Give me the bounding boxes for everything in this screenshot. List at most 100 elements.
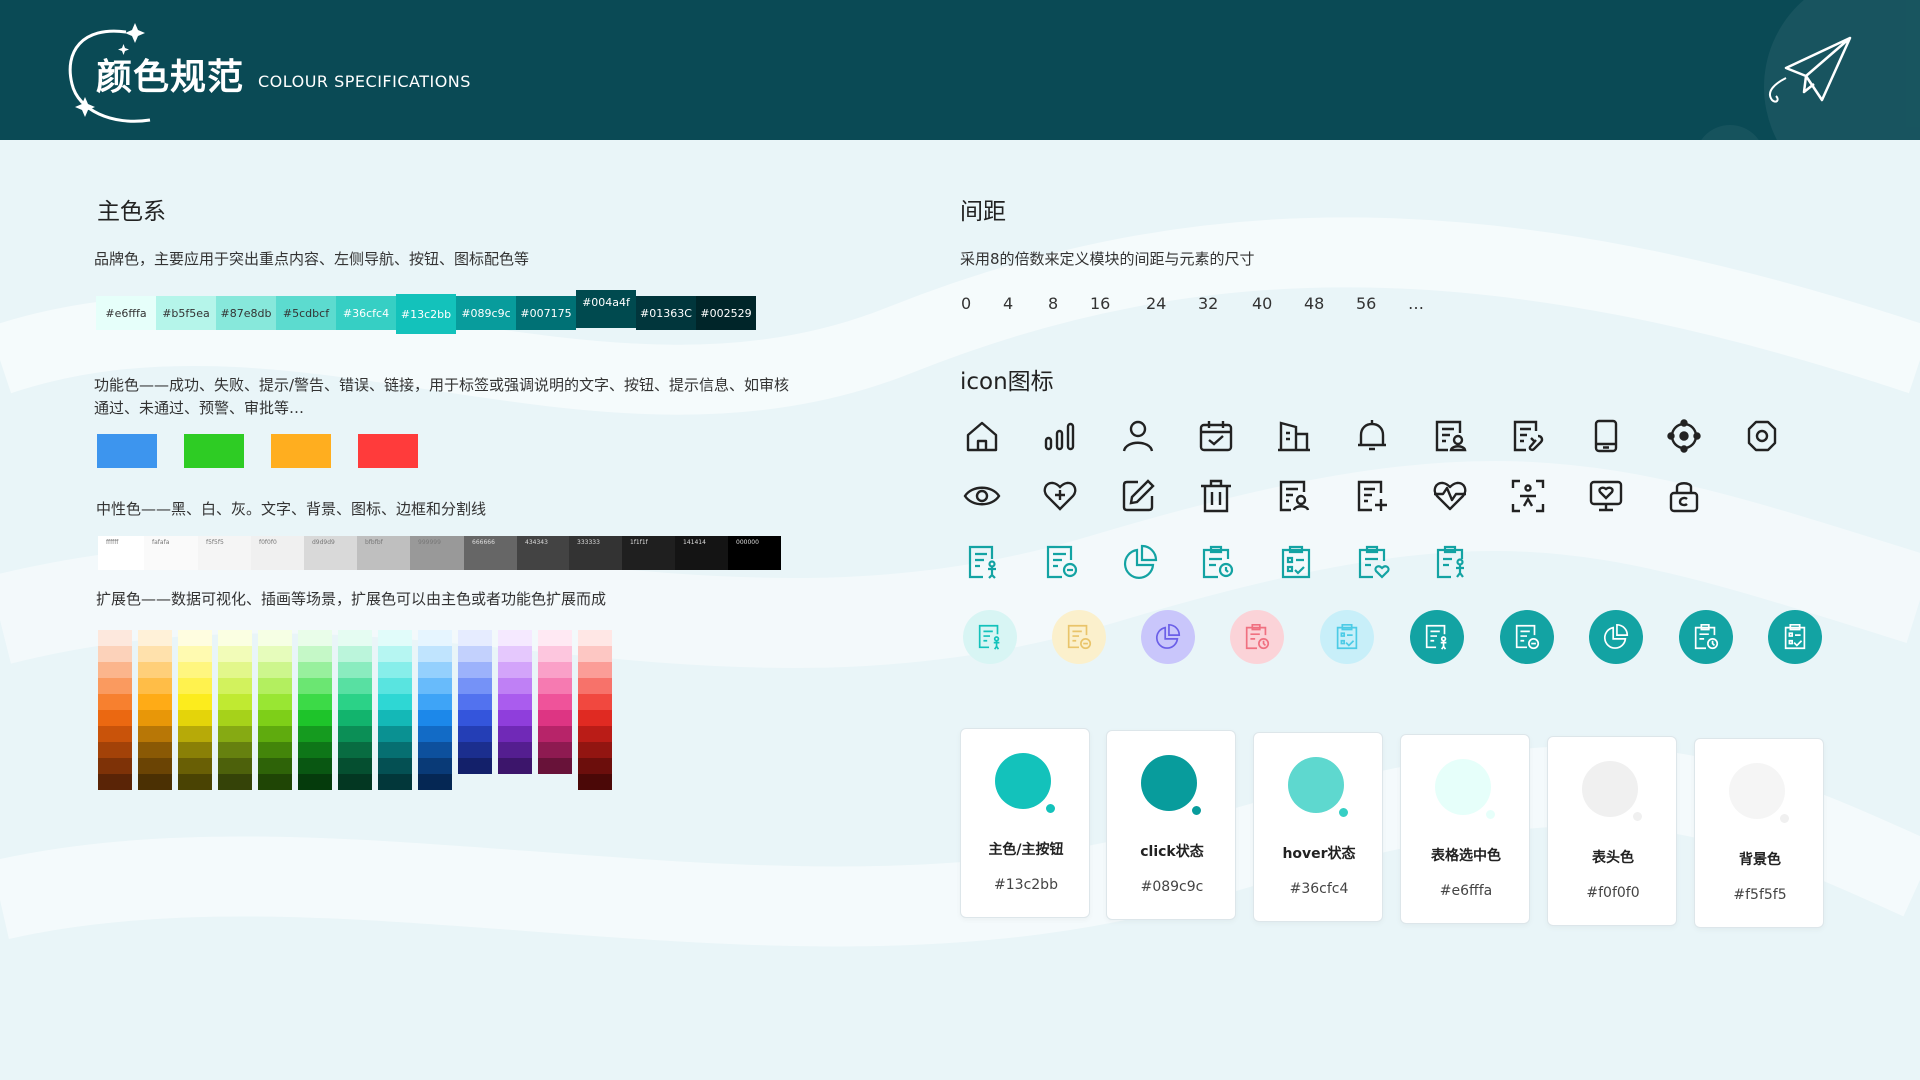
extended-color-cell [178, 710, 212, 726]
extended-color-cell [258, 694, 292, 710]
extended-color-column [538, 630, 572, 774]
extended-color-cell [538, 726, 572, 742]
extended-color-cell [578, 742, 612, 758]
extended-color-cell [258, 710, 292, 726]
color-card-swatch [1729, 763, 1785, 819]
spacing-section-title: 间距 [960, 199, 1006, 225]
neutral-swatch: 141414 [675, 536, 728, 570]
extended-color-cell [98, 774, 132, 790]
extended-color-cell [98, 630, 132, 646]
extended-color-cell [258, 646, 292, 662]
extended-color-cell [298, 630, 332, 646]
extended-color-cell [338, 630, 372, 646]
extended-color-cell [538, 710, 572, 726]
extended-color-cell [138, 710, 172, 726]
extended-color-cell [298, 758, 332, 774]
color-card-swatch [995, 753, 1051, 809]
neutral-swatch: f0f0f0 [251, 536, 304, 570]
color-card-swatch [1141, 755, 1197, 811]
extended-color-cell [178, 646, 212, 662]
extended-color-cell [338, 662, 372, 678]
lock-icon [1664, 476, 1704, 516]
extended-color-cell [138, 678, 172, 694]
extended-color-cell [378, 694, 412, 710]
extended-color-cell [258, 726, 292, 742]
neutral-swatch: fafafa [144, 536, 198, 570]
extended-color-cell [418, 758, 452, 774]
trash-icon [1196, 476, 1236, 516]
bell-icon [1352, 416, 1392, 456]
user-icon [1118, 416, 1158, 456]
extended-color-column [338, 630, 372, 790]
document-wrench-icon [1508, 416, 1548, 456]
extended-color-cell [178, 742, 212, 758]
extended-color-column [138, 630, 172, 790]
extended-color-cell [458, 726, 492, 742]
color-card: 表头色 #f0f0f0 [1547, 736, 1677, 926]
extended-color-cell [578, 646, 612, 662]
extended-color-cell [98, 726, 132, 742]
extended-color-cell [418, 694, 452, 710]
extended-color-cell [578, 662, 612, 678]
clipboard-check-icon [1320, 610, 1374, 664]
extended-color-cell [378, 742, 412, 758]
pie-chart-icon [1141, 610, 1195, 664]
extended-color-cell [538, 630, 572, 646]
neutral-description: 中性色——黑、白、灰。文字、背景、图标、边框和分割线 [96, 500, 487, 518]
form-minus-icon [1052, 610, 1106, 664]
extended-color-cell [298, 726, 332, 742]
bar-chart-icon [1040, 416, 1080, 456]
extended-color-cell [298, 710, 332, 726]
spacing-description: 采用8的倍数来定义模块的间距与元素的尺寸 [960, 250, 1255, 268]
extended-color-cell [218, 726, 252, 742]
color-card-value: #f0f0f0 [1586, 885, 1640, 901]
extended-color-cell [418, 662, 452, 678]
extended-color-cell [178, 662, 212, 678]
extended-color-cell [578, 630, 612, 646]
extended-color-cell [538, 758, 572, 774]
extended-color-cell [178, 726, 212, 742]
extended-color-cell [138, 726, 172, 742]
edit-icon [1118, 476, 1158, 516]
clipboard-clock-icon [1679, 610, 1733, 664]
color-card-label: 表头色 [1592, 850, 1634, 866]
extended-color-cell [578, 774, 612, 790]
clipboard-clock-icon [1230, 610, 1284, 664]
form-person-icon [963, 610, 1017, 664]
extended-color-cell [578, 758, 612, 774]
extended-color-cell [338, 726, 372, 742]
calendar-check-icon [1196, 416, 1236, 456]
document-search-user-icon [1274, 476, 1314, 516]
extended-color-cell [378, 646, 412, 662]
monitor-heart-icon [1586, 476, 1626, 516]
extended-color-cell [138, 758, 172, 774]
extended-color-cell [538, 694, 572, 710]
form-minus-icon [1500, 610, 1554, 664]
extended-color-cell [258, 662, 292, 678]
extended-color-cell [98, 694, 132, 710]
extended-color-cell [178, 774, 212, 790]
document-user-icon [1430, 416, 1470, 456]
primary-description: 品牌色，主要应用于突出重点内容、左侧导航、按钮、图标配色等 [94, 250, 530, 268]
form-person-icon [964, 542, 1004, 582]
pie-chart-icon [1120, 542, 1160, 582]
extended-color-cell [338, 758, 372, 774]
extended-color-cell [538, 742, 572, 758]
extended-color-cell [378, 662, 412, 678]
spacing-value: 40 [1252, 294, 1273, 313]
extended-color-cell [378, 726, 412, 742]
primary-swatch: #004a4f [576, 290, 636, 328]
extended-color-cell [298, 646, 332, 662]
functional-color-swatch [184, 434, 244, 468]
extended-color-cell [138, 742, 172, 758]
spacing-value: 4 [1003, 294, 1014, 313]
color-card-value: #f5f5f5 [1733, 887, 1787, 903]
extended-color-column [578, 630, 612, 790]
primary-swatch: #007175 [516, 296, 576, 330]
spacing-value: 56 [1356, 294, 1377, 313]
spacing-value: 8 [1048, 294, 1059, 313]
neutral-swatch: 333333 [569, 536, 622, 570]
extended-color-column [258, 630, 292, 790]
form-person-icon [1410, 610, 1464, 664]
extended-color-cell [218, 630, 252, 646]
